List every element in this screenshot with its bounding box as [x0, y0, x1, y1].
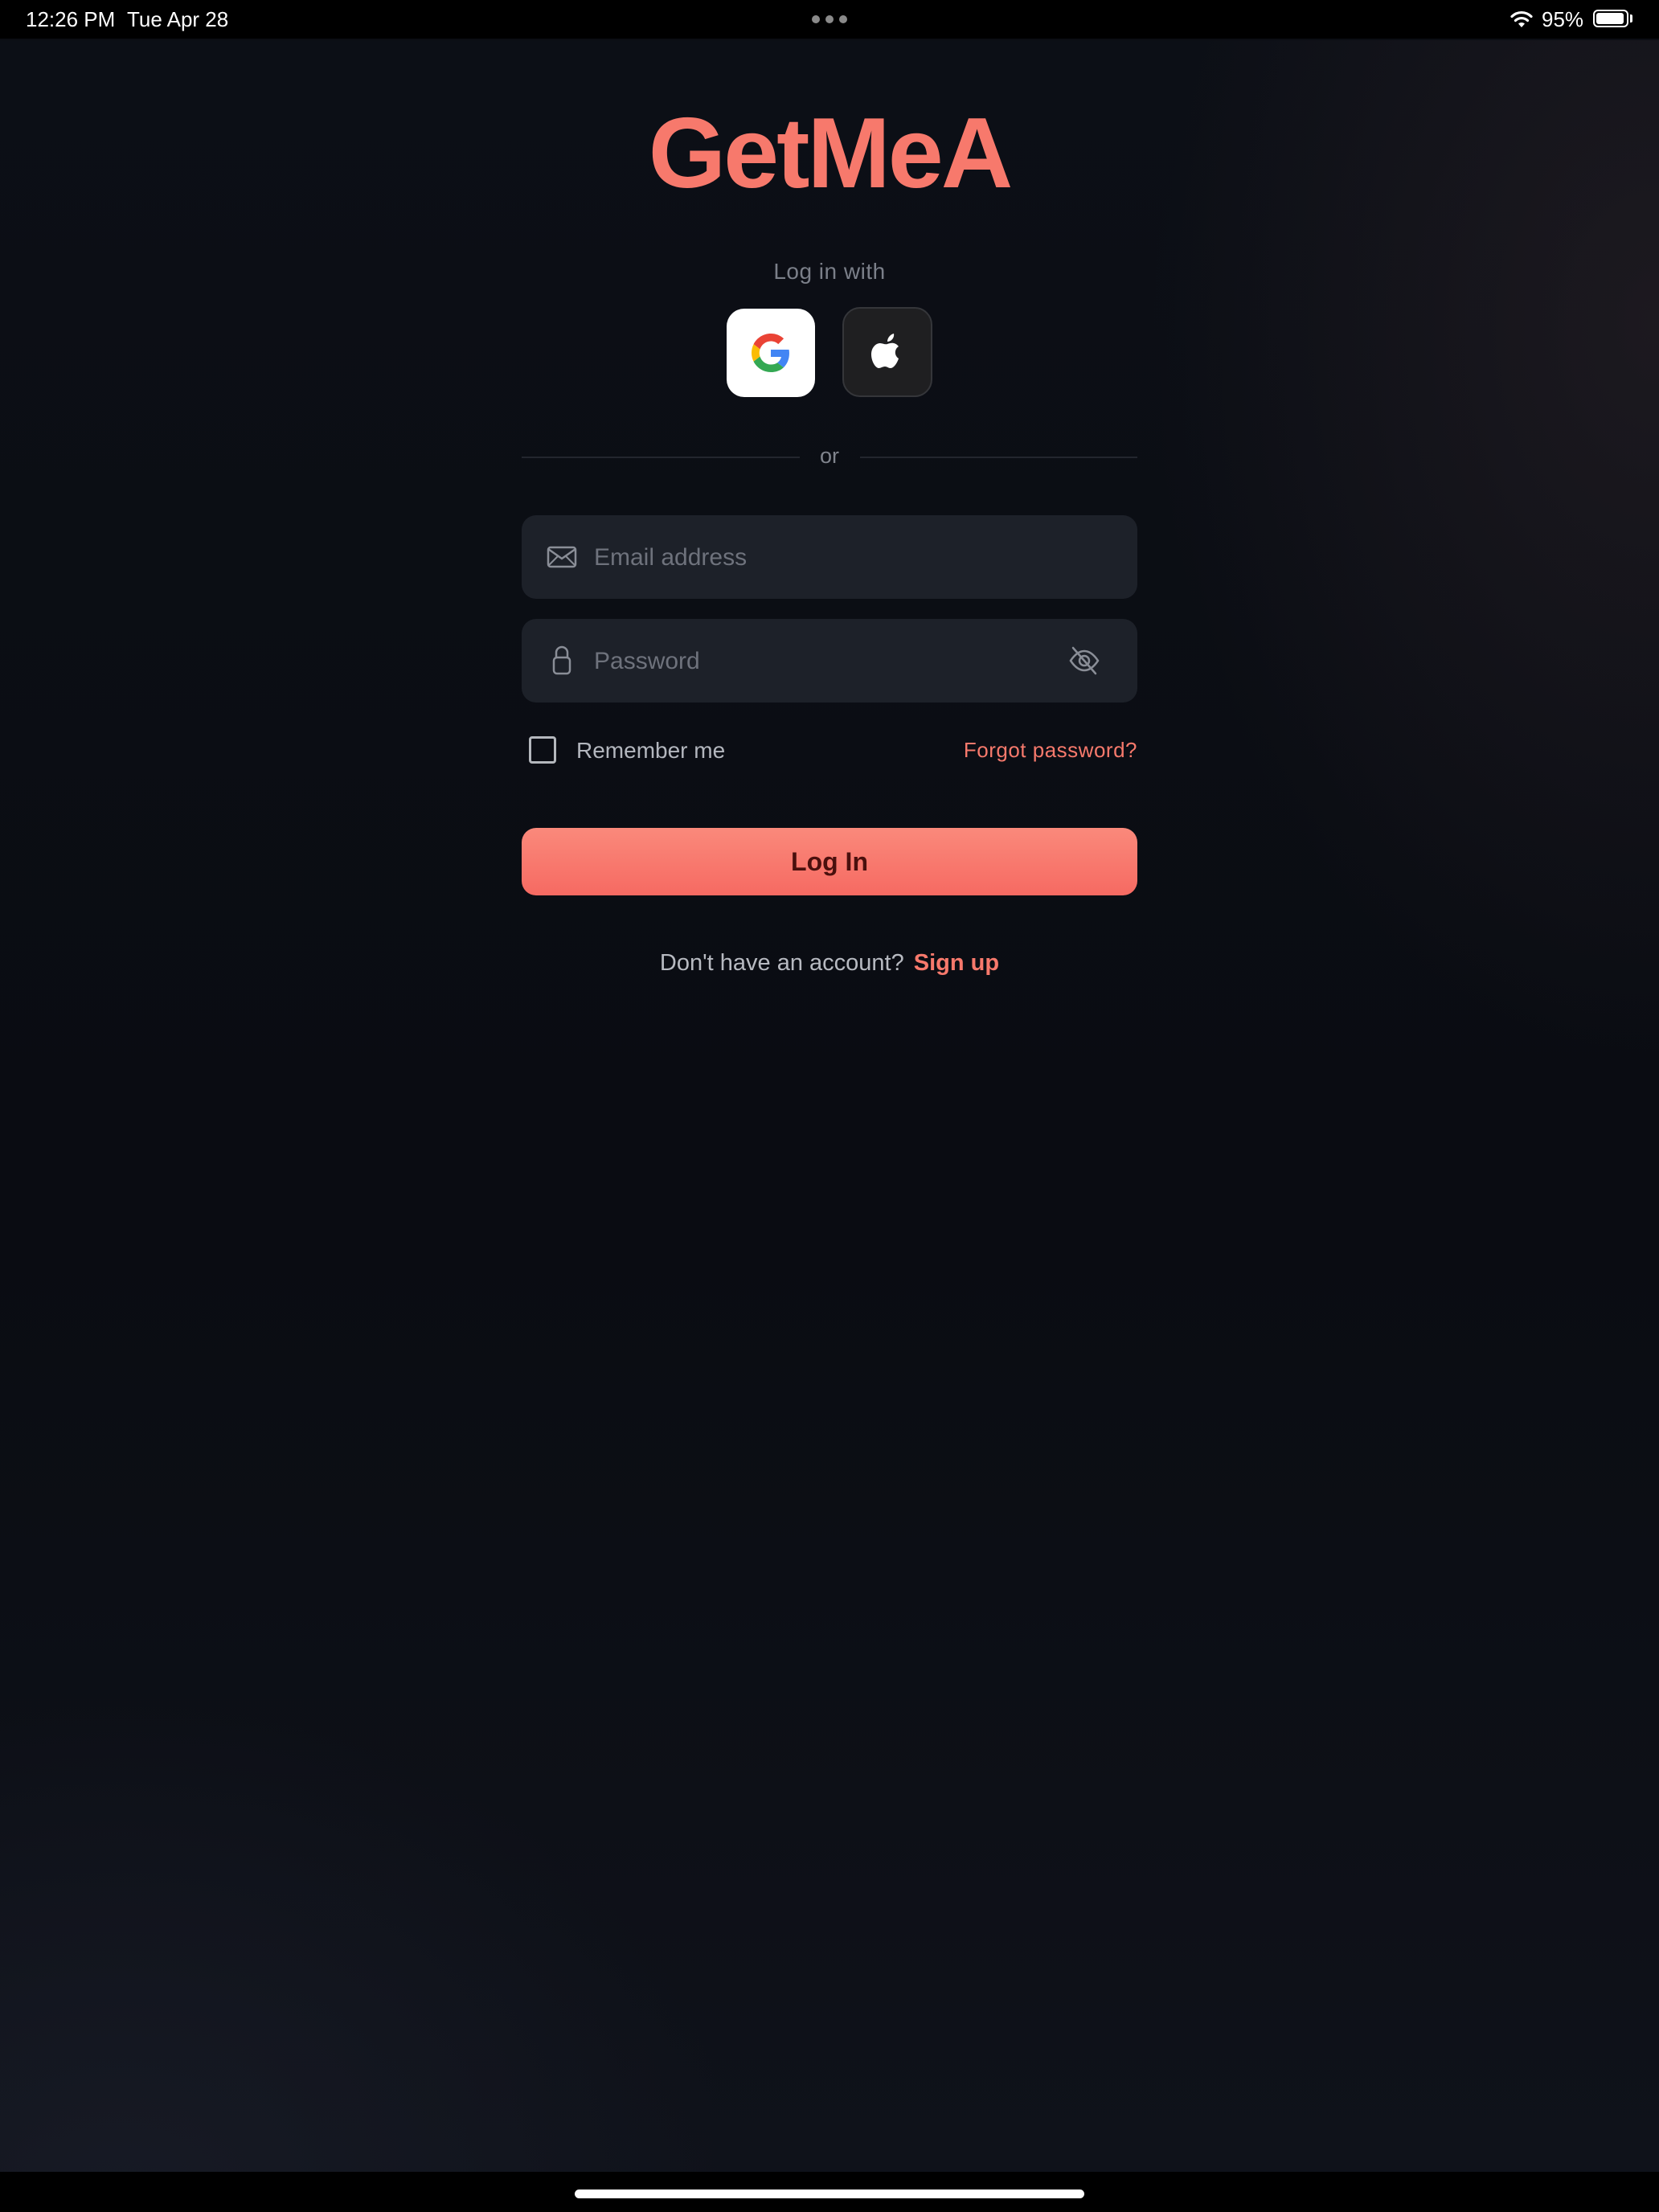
signup-row: Don't have an account? Sign up — [0, 950, 1659, 977]
status-time: 12:26 PM — [26, 7, 116, 31]
remember-me-checkbox[interactable] — [529, 736, 556, 764]
app-background — [0, 40, 1659, 2172]
google-icon — [752, 334, 789, 372]
signup-prompt: Don't have an account? — [659, 950, 904, 976]
multitasking-dots-icon[interactable] — [812, 15, 847, 23]
forgot-password-link[interactable]: Forgot password? — [964, 738, 1137, 763]
eye-slash-icon[interactable] — [1068, 645, 1100, 676]
app-logo: GetMeA — [648, 98, 1014, 209]
social-login-heading: Log in with — [773, 259, 886, 284]
password-input[interactable] — [592, 619, 1046, 704]
status-bar: 12:26 PM Tue Apr 28 95% — [0, 0, 1659, 39]
remember-me-label[interactable]: Remember me — [576, 738, 725, 764]
divider-or: or — [819, 444, 839, 468]
battery-icon — [1593, 10, 1628, 27]
apple-icon — [871, 334, 899, 368]
battery-percentage: 95% — [1542, 7, 1584, 31]
login-button[interactable]: Log In — [522, 828, 1137, 895]
google-login-button[interactable] — [727, 309, 815, 397]
wifi-icon — [1510, 10, 1533, 27]
email-input[interactable] — [592, 515, 1046, 600]
status-date: Tue Apr 28 — [127, 7, 229, 31]
signup-link[interactable]: Sign up — [914, 950, 999, 976]
home-indicator[interactable] — [575, 2189, 1084, 2198]
envelope-icon — [547, 546, 577, 568]
divider-line-right — [860, 457, 1137, 458]
apple-login-button[interactable] — [842, 307, 932, 397]
email-field[interactable] — [522, 515, 1137, 600]
password-field[interactable] — [522, 619, 1137, 704]
lock-icon — [552, 645, 571, 675]
battery-cap — [1630, 14, 1632, 23]
